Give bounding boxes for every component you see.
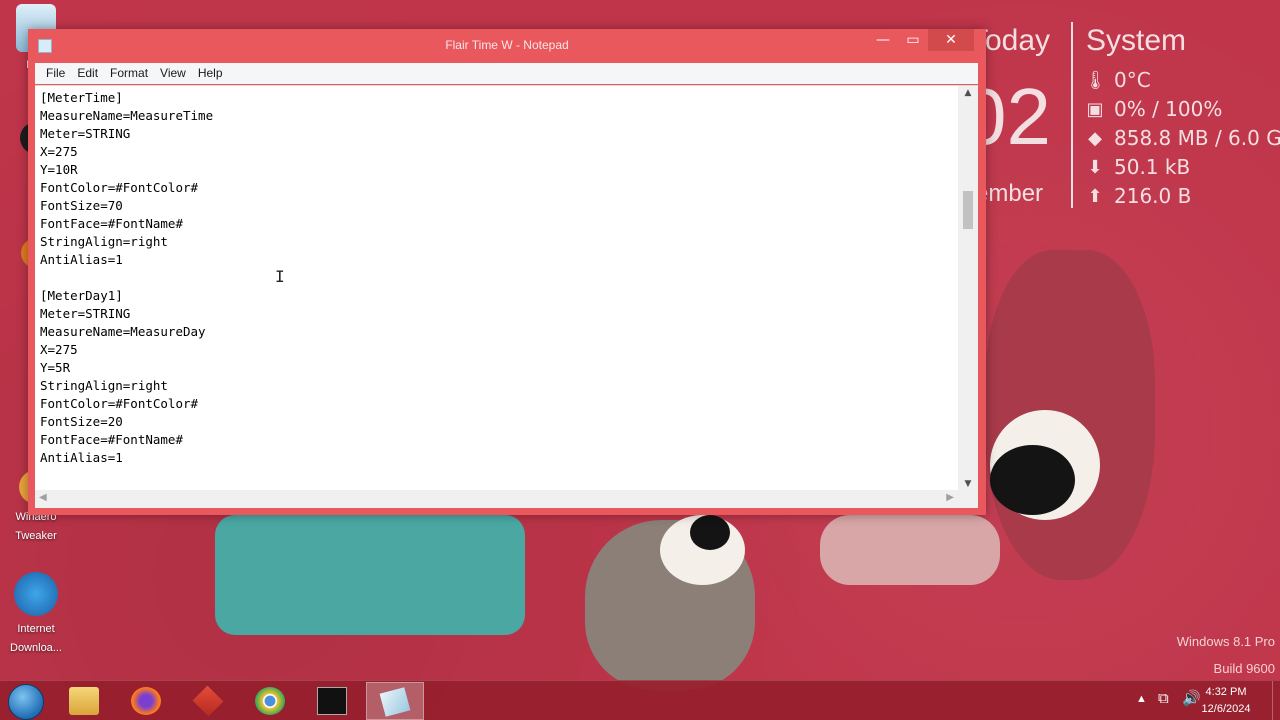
globe-download-icon — [14, 572, 58, 616]
widget-download: 50.1 kB — [1114, 155, 1191, 179]
start-button[interactable] — [8, 684, 44, 720]
maximize-button[interactable]: ▭ — [900, 29, 926, 51]
menu-help[interactable]: Help — [192, 63, 229, 84]
widget-temp-row: 🌡 0°C — [1084, 68, 1151, 92]
horizontal-scrollbar[interactable]: ◀ ▶ — [35, 490, 958, 508]
taskbar-package-app[interactable] — [180, 682, 238, 720]
taskbar-file-explorer[interactable] — [56, 682, 114, 720]
desktop-icon-internet-download-manager[interactable]: Internet Downloa... — [6, 572, 66, 658]
editor-line: X=275 — [40, 342, 78, 357]
editor-line: MeasureName=MeasureDay — [40, 324, 206, 339]
windows-build-watermark: Build 9600 — [1213, 661, 1275, 676]
clock-time: 4:32 PM — [1205, 686, 1247, 698]
editor-line: MeasureName=MeasureTime — [40, 108, 214, 123]
editor-line: [MeterDay1] — [40, 288, 123, 303]
widget-ram: 858.8 MB / 6.0 G — [1114, 126, 1280, 150]
editor-line: AntiAlias=1 — [40, 450, 123, 465]
vertical-scroll-thumb[interactable] — [963, 191, 973, 229]
taskbar-notepad[interactable] — [366, 682, 424, 720]
chrome-icon — [255, 687, 285, 715]
text-cursor-icon: I — [275, 267, 285, 286]
wallpaper-pupil — [990, 445, 1075, 515]
editor-line: X=275 — [40, 144, 78, 159]
widget-divider — [1071, 22, 1073, 208]
notepad-window[interactable]: Flair Time W - Notepad — ▭ ✕ File Edit F… — [28, 29, 986, 515]
widget-system-title: System — [1086, 24, 1187, 57]
terminal-icon — [317, 687, 347, 715]
firefox-icon — [131, 687, 161, 715]
taskbar-firefox[interactable] — [118, 682, 176, 720]
thermometer-icon: 🌡 — [1084, 69, 1107, 91]
show-desktop-button[interactable] — [1272, 681, 1280, 720]
window-title: Flair Time W - Notepad — [445, 38, 569, 52]
scroll-up-icon[interactable]: ▲ — [958, 88, 978, 98]
editor-line: FontSize=70 — [40, 198, 123, 213]
taskbar-chrome[interactable] — [242, 682, 300, 720]
widget-ram-row: ◆ 858.8 MB / 6.0 G — [1084, 126, 1280, 150]
editor-line: FontFace=#FontName# — [40, 216, 183, 231]
scroll-right-icon[interactable]: ▶ — [946, 492, 954, 503]
scroll-left-icon[interactable]: ◀ — [39, 492, 47, 503]
editor-line: StringAlign=right — [40, 378, 168, 393]
taskbar-command-prompt[interactable] — [304, 682, 362, 720]
cpu-chip-icon: ▣ — [1086, 98, 1104, 120]
widget-cpu: 0% / 100% — [1114, 97, 1223, 121]
upload-arrow-icon: ⬆ — [1087, 185, 1103, 207]
wallpaper-cloth — [215, 515, 525, 635]
text-editor[interactable]: [MeterTime] MeasureName=MeasureTime Meter=… — [35, 85, 978, 508]
widget-download-row: ⬇ 50.1 kB — [1084, 155, 1190, 179]
taskbar-clock[interactable]: 4:32 PM 12/6/2024 — [1196, 684, 1256, 720]
menu-format[interactable]: Format — [104, 63, 154, 84]
folder-icon — [69, 687, 99, 715]
editor-line: Y=10R — [40, 162, 78, 177]
editor-line: FontColor=#FontColor# — [40, 180, 199, 195]
editor-line: Meter=STRING — [40, 126, 131, 141]
editor-line: FontFace=#FontName# — [40, 432, 183, 447]
menu-bar: File Edit Format View Help — [35, 63, 978, 84]
scrollbar-corner — [958, 490, 978, 508]
clock-date: 12/6/2024 — [1201, 703, 1251, 715]
download-arrow-icon: ⬇ — [1087, 156, 1103, 178]
vertical-scrollbar[interactable]: ▲ ▼ — [958, 86, 978, 491]
close-button[interactable]: ✕ — [928, 29, 974, 51]
notepad-icon — [379, 687, 411, 717]
widget-upload: 216.0 B — [1114, 184, 1192, 208]
widget-upload-row: ⬆ 216.0 B — [1084, 184, 1191, 208]
desktop-icon-label: Internet Downloa... — [10, 623, 62, 654]
scroll-down-icon[interactable]: ▼ — [958, 479, 978, 489]
wallpaper-cake — [820, 515, 1000, 585]
wallpaper-bird-body — [985, 250, 1155, 580]
editor-line: AntiAlias=1 — [40, 252, 123, 267]
wallpaper-pupil-small — [690, 515, 730, 550]
editor-line: StringAlign=right — [40, 234, 168, 249]
editor-line: Y=5R — [40, 360, 71, 375]
taskbar: ▲ ⧉ 🔊 4:32 PM 12/6/2024 — [0, 680, 1280, 720]
widget-cpu-row: ▣ 0% / 100% — [1084, 97, 1222, 121]
menu-file[interactable]: File — [40, 63, 71, 84]
package-icon — [192, 685, 224, 717]
network-icon[interactable]: ⧉ — [1158, 690, 1169, 720]
show-hidden-icons-icon[interactable]: ▲ — [1136, 693, 1147, 720]
menu-edit[interactable]: Edit — [71, 63, 104, 84]
menu-view[interactable]: View — [154, 63, 192, 84]
windows-edition-watermark: Windows 8.1 Pro — [1176, 634, 1275, 649]
editor-line: [MeterTime] — [40, 90, 123, 105]
editor-line: Meter=STRING — [40, 306, 131, 321]
memory-icon: ◆ — [1088, 127, 1102, 149]
widget-temp: 0°C — [1114, 68, 1151, 92]
title-bar[interactable]: Flair Time W - Notepad — ▭ ✕ — [28, 29, 986, 62]
editor-line: FontColor=#FontColor# — [40, 396, 199, 411]
editor-line: FontSize=20 — [40, 414, 123, 429]
minimize-button[interactable]: — — [870, 29, 896, 51]
editor-text-area[interactable]: [MeterTime] MeasureName=MeasureTime Meter=… — [40, 89, 955, 486]
